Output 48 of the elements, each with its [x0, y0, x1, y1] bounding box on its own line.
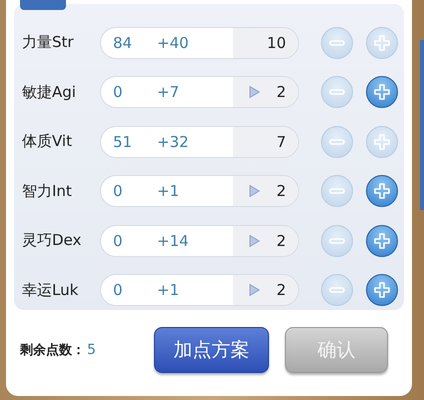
stat-base: 0 [112, 182, 124, 200]
tab-marker [20, 0, 66, 10]
stat-cost: 10 [266, 34, 286, 52]
minus-icon [329, 40, 345, 46]
triangle-icon [249, 283, 260, 298]
stat-base: 0 [112, 281, 124, 300]
stat-label: 灵巧Dex [22, 231, 82, 250]
stat-cost: 2 [276, 232, 286, 250]
stat-cost: 2 [276, 83, 286, 102]
plus-icon [372, 132, 392, 152]
triangle-icon [249, 85, 260, 100]
stat-bonus: +1 [157, 182, 180, 200]
minus-icon [329, 188, 345, 194]
stat-label: 智力Int [22, 182, 73, 201]
stat-bonus: +14 [157, 232, 190, 250]
stat-base: 0 [112, 232, 124, 250]
plus-icon [372, 32, 392, 53]
plus-button[interactable] [366, 76, 398, 108]
stat-base: 84 [112, 34, 134, 52]
stat-bonus: +32 [157, 132, 190, 151]
triangle-icon [249, 234, 260, 248]
triangle-icon [249, 184, 260, 198]
stat-label: 敏捷Agi [22, 82, 77, 102]
stat-bonus: +40 [157, 34, 190, 52]
stat-base: 0 [112, 83, 124, 102]
plus-button[interactable] [366, 274, 398, 306]
plus-button[interactable] [366, 175, 398, 208]
plus-icon [372, 230, 392, 251]
stat-cost: 7 [276, 132, 286, 151]
stat-label: 体质Vit [22, 132, 73, 152]
minus-icon [329, 89, 345, 96]
plus-button[interactable] [366, 224, 398, 257]
remaining-value: 5 [87, 342, 96, 358]
minus-icon [329, 138, 345, 145]
plus-icon [372, 280, 392, 300]
stat-bonus: +1 [157, 281, 180, 300]
minus-icon [329, 287, 345, 294]
action-button[interactable]: 加点方案 [154, 327, 270, 373]
stat-bonus: +7 [157, 83, 180, 102]
stat-label: 力量Str [22, 33, 75, 52]
plus-icon [372, 181, 392, 202]
stat-base: 51 [112, 132, 134, 151]
stat-cost: 2 [276, 182, 286, 200]
minus-icon [329, 238, 345, 244]
remaining-label: 剩余点数： [20, 342, 85, 359]
plus-icon [372, 82, 392, 102]
stat-label: 幸运Luk [22, 280, 80, 300]
stat-cost: 2 [276, 281, 286, 300]
